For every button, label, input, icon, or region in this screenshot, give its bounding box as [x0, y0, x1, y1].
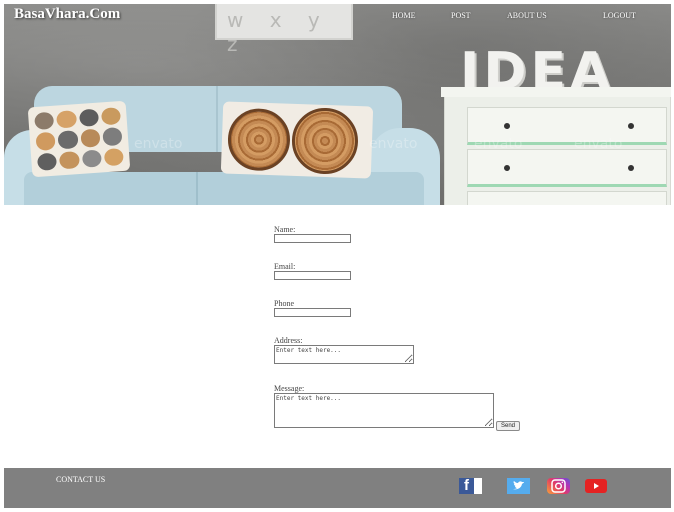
wood-slice-right: [290, 106, 360, 176]
nav-home-link[interactable]: HOME: [392, 11, 416, 20]
dotted-pillow-image: [27, 100, 131, 178]
address-textarea[interactable]: [274, 345, 414, 364]
watermark-text: envato: [474, 136, 523, 152]
wall-frame-decor: w x y z: [215, 4, 353, 56]
message-textarea[interactable]: [274, 393, 494, 428]
send-button[interactable]: Send: [496, 421, 520, 431]
nav-logout-link[interactable]: LOGOUT: [603, 11, 636, 20]
youtube-icon[interactable]: [585, 479, 607, 493]
watermark-text: envato: [134, 136, 183, 152]
dresser-drawer: [467, 191, 667, 205]
dresser-top: [441, 87, 671, 97]
name-label: Name:: [274, 225, 296, 234]
email-field[interactable]: [274, 271, 351, 280]
instagram-icon[interactable]: [547, 478, 570, 494]
dresser-drawer: [467, 149, 667, 187]
twitter-icon[interactable]: [507, 478, 530, 494]
nav-about-link[interactable]: ABOUT US: [507, 11, 547, 20]
wood-slice-pillow-image: [220, 101, 374, 179]
facebook-icon[interactable]: f: [459, 477, 482, 494]
message-label: Message:: [274, 384, 305, 393]
name-field[interactable]: [274, 234, 351, 243]
nav-post-link[interactable]: POST: [451, 11, 471, 20]
phone-field[interactable]: [274, 308, 351, 317]
site-logo[interactable]: BasaVhara.Com: [14, 6, 120, 23]
watermark-text: envato: [574, 136, 623, 152]
email-label: Email:: [274, 262, 296, 271]
address-label: Address:: [274, 336, 303, 345]
wood-slice-left: [226, 107, 292, 172]
watermark-text: envato: [369, 136, 418, 152]
phone-label: Phone: [274, 299, 294, 308]
frame-art-text: w x y z: [227, 8, 330, 56]
hero-banner: w x y z IDEA envato envato envato envato…: [4, 4, 671, 205]
footer: CONTACT US f: [4, 468, 671, 508]
footer-contact-link[interactable]: CONTACT US: [56, 475, 105, 484]
